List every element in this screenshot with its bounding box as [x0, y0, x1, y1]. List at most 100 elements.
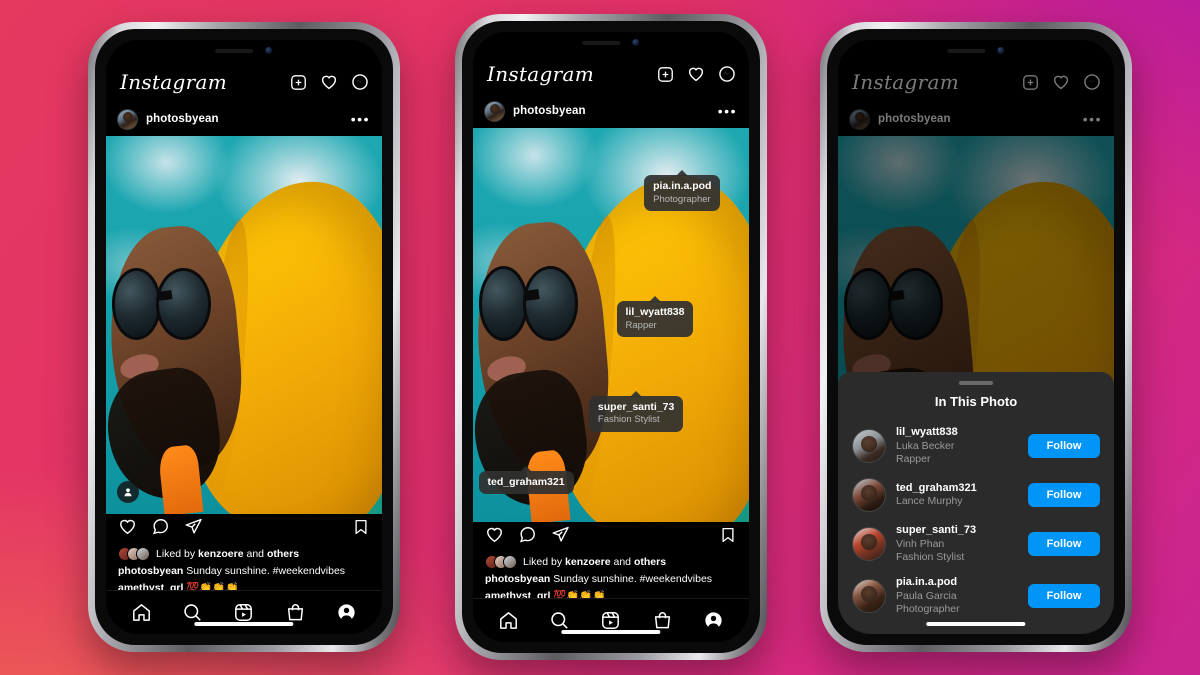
nametag-role: Fashion Stylist [597, 414, 660, 426]
messenger-icon[interactable] [351, 73, 369, 91]
share-icon[interactable] [551, 525, 570, 549]
follow-button[interactable]: Follow [1028, 483, 1100, 507]
person-username[interactable]: ted_graham321 [896, 482, 1018, 496]
speaker-grille [947, 48, 986, 53]
follow-button[interactable]: Follow [1028, 584, 1100, 608]
likes-suffix: and [246, 547, 265, 560]
phone-body: Instagram photosbyean ••• [462, 21, 760, 653]
photo-nametag[interactable]: lil_wyatt838 Rapper [616, 301, 694, 337]
photo-nametag[interactable]: ted_graham321 [478, 470, 574, 495]
comment-username[interactable]: amethyst_grl [118, 582, 183, 590]
header-icon-group [657, 65, 736, 83]
add-post-icon[interactable] [657, 66, 674, 83]
post-photo[interactable] [106, 136, 382, 515]
share-icon[interactable] [184, 517, 203, 541]
speaker-grille [582, 40, 621, 45]
avatar[interactable] [852, 478, 886, 512]
person-username[interactable]: pia.in.a.pod [896, 576, 1018, 590]
home-icon[interactable] [498, 610, 519, 631]
phone-body: Instagram photosbyean ••• [95, 29, 393, 645]
instagram-logo: Instagram [487, 62, 594, 86]
bookmark-icon[interactable] [352, 518, 370, 541]
home-indicator[interactable] [194, 622, 294, 626]
photo-sunglass-right [522, 265, 578, 341]
search-icon[interactable] [549, 610, 570, 631]
post-photo[interactable]: pia.in.a.pod Photographer lil_wyatt838 Rapp… [473, 128, 749, 523]
likes-others[interactable]: others [634, 556, 666, 568]
reels-icon[interactable] [233, 602, 254, 623]
like-icon[interactable] [118, 517, 137, 541]
follow-button[interactable]: Follow [1028, 532, 1100, 556]
avatar[interactable] [852, 429, 886, 463]
avatar[interactable] [852, 527, 886, 561]
caption-username[interactable]: photosbyean [485, 573, 550, 585]
person-tag-badge-icon[interactable] [117, 481, 139, 504]
profile-icon[interactable] [336, 602, 357, 623]
avatar[interactable] [484, 100, 505, 122]
follow-button[interactable]: Follow [1028, 434, 1100, 458]
phone-screen[interactable]: Instagram photosbyean ••• [473, 32, 749, 642]
phone-screen[interactable]: Instagram photosbyean ••• [106, 40, 382, 634]
likes-username[interactable]: kenzoere [198, 548, 244, 560]
avatar[interactable] [852, 579, 886, 613]
phone-screen[interactable]: Instagram photosbyean ••• [838, 40, 1114, 634]
comment-preview[interactable]: amethyst_grl 💯👏👏👏 [485, 589, 737, 598]
post-more-button[interactable]: ••• [718, 104, 737, 118]
caption-line: photosbyean Sunday sunshine. #weekendvib… [118, 565, 370, 579]
reels-icon[interactable] [600, 610, 621, 631]
front-camera-icon [265, 47, 273, 54]
caption-username[interactable]: photosbyean [118, 565, 183, 577]
home-indicator[interactable] [926, 622, 1026, 626]
photo-nametag[interactable]: super_santi_73 Fashion Stylist [588, 396, 684, 432]
tagged-person-row[interactable]: pia.in.a.pod Paula Garcia Photographer Foll… [838, 570, 1114, 622]
likes-text: Liked by kenzoere and others [523, 556, 666, 568]
home-icon[interactable] [131, 602, 152, 623]
photo-hood-string [157, 444, 204, 515]
front-camera-icon [997, 47, 1005, 54]
person-info: lil_wyatt838 Luka Becker Rapper [896, 426, 1018, 466]
shop-icon[interactable] [652, 610, 673, 631]
phone-notch [550, 32, 672, 53]
person-info: super_santi_73 Vinh Phan Fashion Stylist [896, 524, 1018, 564]
tagged-person-row[interactable]: lil_wyatt838 Luka Becker Rapper Follow [838, 420, 1114, 472]
comment-username[interactable]: amethyst_grl [485, 590, 550, 598]
add-post-icon[interactable] [290, 74, 307, 91]
comment-icon[interactable] [518, 525, 537, 549]
heart-icon[interactable] [320, 73, 338, 91]
search-icon[interactable] [182, 602, 203, 623]
avatar[interactable] [117, 108, 138, 130]
messenger-icon[interactable] [718, 65, 736, 83]
tagged-person-row[interactable]: super_santi_73 Vinh Phan Fashion Stylist Fo… [838, 518, 1114, 570]
photo-nametag[interactable]: pia.in.a.pod Photographer [644, 175, 721, 211]
comment-icon[interactable] [151, 517, 170, 541]
sheet-drag-handle[interactable] [959, 381, 993, 385]
like-icon[interactable] [485, 525, 504, 549]
phone-notch [183, 40, 305, 61]
bookmark-icon[interactable] [719, 526, 737, 549]
post-username[interactable]: photosbyean [513, 105, 586, 117]
shop-icon[interactable] [285, 602, 306, 623]
phone-mockup-stage: Instagram photosbyean ••• Liked by kenzo… [0, 0, 1200, 675]
post-more-button[interactable]: ••• [351, 112, 370, 126]
person-username[interactable]: lil_wyatt838 [896, 426, 1018, 440]
post-action-bar [473, 522, 749, 552]
sheet-title: In This Photo [934, 394, 1018, 409]
nametag-username: lil_wyatt838 [625, 306, 685, 319]
person-username[interactable]: super_santi_73 [896, 524, 1018, 538]
header-icon-group [290, 73, 369, 91]
comment-preview[interactable]: amethyst_grl 💯👏👏👏 [118, 581, 370, 590]
likes-others[interactable]: others [267, 548, 299, 560]
person-role: Photographer [896, 602, 960, 615]
likes-username[interactable]: kenzoere [565, 556, 611, 568]
likes-text: Liked by kenzoere and others [156, 548, 299, 560]
heart-icon[interactable] [687, 65, 705, 83]
post-caption-block: Liked by kenzoere and others photosbyean… [473, 552, 749, 598]
profile-icon[interactable] [703, 610, 724, 631]
phone-body: Instagram photosbyean ••• [827, 29, 1125, 645]
post-username[interactable]: photosbyean [146, 113, 219, 125]
tagged-person-row[interactable]: ted_graham321 Lance Murphy Follow [838, 472, 1114, 518]
app-header: Instagram [106, 62, 382, 102]
phone-notch [915, 40, 1037, 61]
person-fullname: Lance Murphy [896, 495, 963, 508]
home-indicator[interactable] [561, 630, 661, 634]
